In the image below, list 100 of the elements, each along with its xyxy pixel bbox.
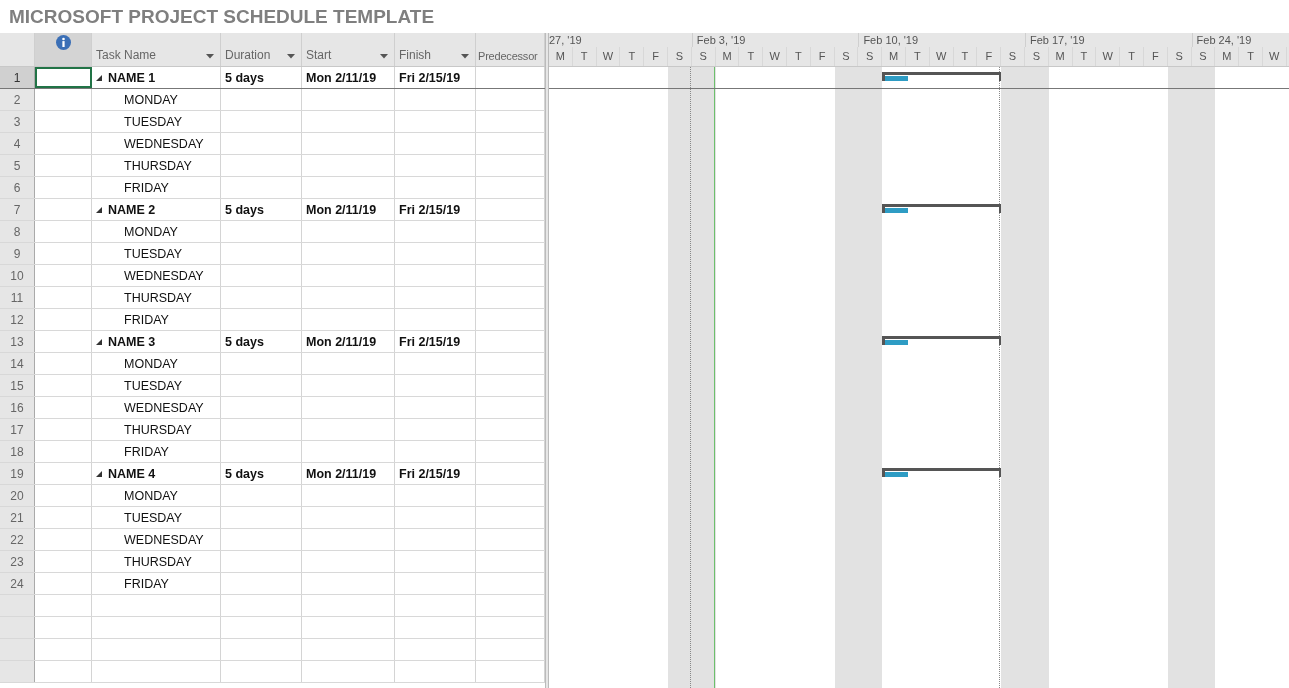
row-number[interactable]: 13	[0, 331, 35, 352]
task-name: MONDAY	[124, 488, 178, 503]
task-name-cell[interactable]: TUESDAY	[92, 375, 221, 396]
summary-task-bar[interactable]	[882, 72, 1002, 81]
task-name-cell[interactable]: WEDNESDAY	[92, 265, 221, 286]
row-number[interactable]: 22	[0, 529, 35, 550]
task-name: MONDAY	[124, 224, 178, 239]
row-number[interactable]: 17	[0, 419, 35, 440]
row-number[interactable]: 9	[0, 243, 35, 264]
task-name: TUESDAY	[124, 246, 183, 261]
column-header[interactable]: Task Name	[92, 33, 221, 66]
row-number[interactable]: 6	[0, 177, 35, 198]
row-number[interactable]: 14	[0, 353, 35, 374]
dropdown-caret-icon[interactable]	[461, 54, 469, 59]
task-name-cell[interactable]: WEDNESDAY	[92, 529, 221, 550]
day-label: T	[1120, 47, 1144, 66]
task-name-cell[interactable]: MONDAY	[92, 221, 221, 242]
duration-cell[interactable]: 5 days	[221, 67, 302, 88]
row-number[interactable]	[0, 639, 35, 660]
column-header[interactable]: Start	[302, 33, 395, 66]
row-number[interactable]: 7	[0, 199, 35, 220]
task-name-cell[interactable]: TUESDAY	[92, 243, 221, 264]
row-number[interactable]	[0, 617, 35, 638]
finish-cell[interactable]: Fri 2/15/19	[395, 67, 476, 88]
finish-cell[interactable]: Fri 2/15/19	[395, 331, 476, 352]
row-number[interactable]: 16	[0, 397, 35, 418]
task-name-cell[interactable]: NAME 3	[92, 331, 221, 352]
day-label: T	[953, 47, 978, 66]
task-name-cell[interactable]: WEDNESDAY	[92, 397, 221, 418]
summary-task-bar[interactable]	[882, 468, 1002, 477]
task-name: WEDNESDAY	[124, 136, 204, 151]
finish-cell[interactable]: Fri 2/15/19	[395, 463, 476, 484]
row-number[interactable]: 3	[0, 111, 35, 132]
start-cell[interactable]: Mon 2/11/19	[302, 463, 395, 484]
collapse-triangle-icon[interactable]	[96, 74, 102, 81]
row-number[interactable]: 4	[0, 133, 35, 154]
column-header[interactable]: Duration	[221, 33, 302, 66]
task-name-cell[interactable]: FRIDAY	[92, 309, 221, 330]
duration-cell[interactable]: 5 days	[221, 331, 302, 352]
summary-task-bar[interactable]	[882, 336, 1002, 345]
finish-cell[interactable]: Fri 2/15/19	[395, 199, 476, 220]
task-name-cell[interactable]: NAME 2	[92, 199, 221, 220]
task-name-cell[interactable]: FRIDAY	[92, 573, 221, 594]
start-cell[interactable]: Mon 2/11/19	[302, 67, 395, 88]
task-name: THURSDAY	[124, 554, 192, 569]
day-label: F	[644, 47, 668, 66]
row-number[interactable]: 1	[0, 67, 35, 88]
day-label: T	[1239, 47, 1263, 66]
collapse-triangle-icon[interactable]	[96, 206, 102, 213]
collapse-triangle-icon[interactable]	[96, 338, 102, 345]
day-label: W	[929, 47, 954, 66]
task-name-cell[interactable]: TUESDAY	[92, 111, 221, 132]
page-title: MICROSOFT PROJECT SCHEDULE TEMPLATE	[8, 5, 436, 29]
task-name-cell[interactable]: THURSDAY	[92, 551, 221, 572]
row-number[interactable]: 8	[0, 221, 35, 242]
duration-cell[interactable]: 5 days	[221, 199, 302, 220]
indicators-header[interactable]	[35, 33, 92, 66]
task-name-cell[interactable]: MONDAY	[92, 353, 221, 374]
task-name: THURSDAY	[124, 158, 192, 173]
row-number[interactable]	[0, 595, 35, 616]
day-label: S	[691, 47, 716, 66]
task-name-cell[interactable]: WEDNESDAY	[92, 133, 221, 154]
row-number[interactable]: 15	[0, 375, 35, 396]
row-number[interactable]: 12	[0, 309, 35, 330]
row-number[interactable]: 20	[0, 485, 35, 506]
dropdown-caret-icon[interactable]	[206, 54, 214, 59]
task-name-cell[interactable]: FRIDAY	[92, 177, 221, 198]
row-number[interactable]: 21	[0, 507, 35, 528]
task-name: NAME 4	[108, 466, 156, 481]
task-name-cell[interactable]: NAME 4	[92, 463, 221, 484]
row-number[interactable]: 19	[0, 463, 35, 484]
task-name-cell[interactable]: NAME 1	[92, 67, 221, 88]
day-label: W	[1096, 47, 1121, 66]
collapse-triangle-icon[interactable]	[96, 470, 102, 477]
task-name: TUESDAY	[124, 378, 183, 393]
row-number[interactable]: 2	[0, 89, 35, 110]
task-name-cell[interactable]: MONDAY	[92, 89, 221, 110]
row-number[interactable]: 11	[0, 287, 35, 308]
task-name-cell[interactable]: FRIDAY	[92, 441, 221, 462]
task-name-cell[interactable]: THURSDAY	[92, 419, 221, 440]
task-name-cell[interactable]: THURSDAY	[92, 155, 221, 176]
row-number[interactable]: 10	[0, 265, 35, 286]
indicator-cell[interactable]	[35, 67, 92, 88]
task-name-cell[interactable]: MONDAY	[92, 485, 221, 506]
task-name-cell[interactable]: TUESDAY	[92, 507, 221, 528]
row-number[interactable]: 23	[0, 551, 35, 572]
day-label: S	[668, 47, 692, 66]
dropdown-caret-icon[interactable]	[380, 54, 388, 59]
start-cell[interactable]: Mon 2/11/19	[302, 199, 395, 220]
row-number[interactable]: 18	[0, 441, 35, 462]
summary-task-bar[interactable]	[882, 204, 1002, 213]
task-name-cell[interactable]: THURSDAY	[92, 287, 221, 308]
dropdown-caret-icon[interactable]	[287, 54, 295, 59]
row-number[interactable]: 5	[0, 155, 35, 176]
row-number[interactable]	[0, 661, 35, 682]
column-header[interactable]: Finish	[395, 33, 476, 66]
start-cell[interactable]: Mon 2/11/19	[302, 331, 395, 352]
duration-cell[interactable]: 5 days	[221, 463, 302, 484]
task-name: WEDNESDAY	[124, 268, 204, 283]
row-number[interactable]: 24	[0, 573, 35, 594]
